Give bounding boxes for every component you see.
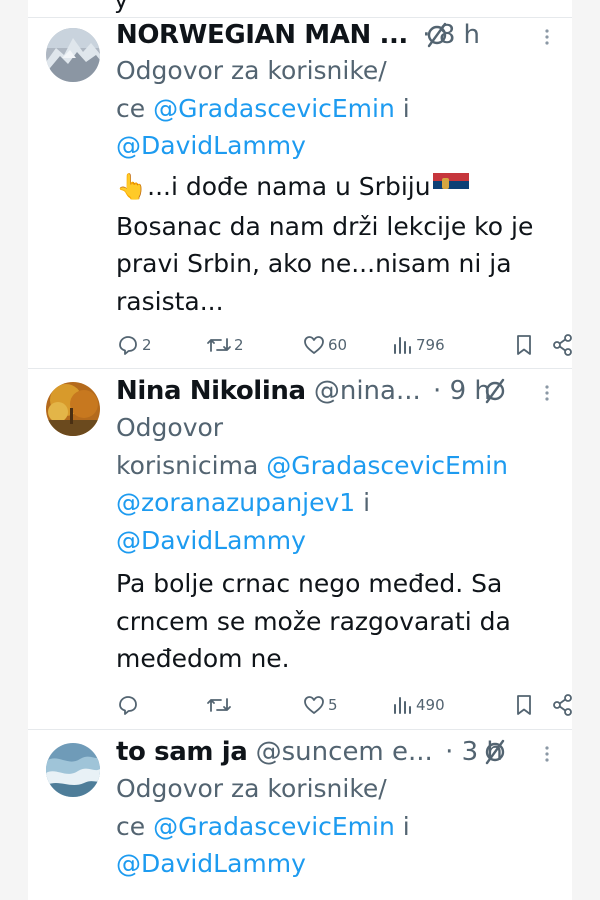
tweet-body: 👆...i dođe nama u Srbiju Bosanac da nam … xyxy=(116,170,534,316)
views-button[interactable]: 490 xyxy=(392,692,445,718)
tweet-body: Pa bolje crnac nego međed. Sa crncem se … xyxy=(116,569,511,673)
more-options-icon[interactable] xyxy=(544,384,550,402)
heart-icon xyxy=(304,336,324,354)
avatar[interactable] xyxy=(46,382,100,436)
grok-icon[interactable] xyxy=(484,738,506,766)
bookmark-button[interactable] xyxy=(514,692,534,718)
views-icon xyxy=(394,697,411,714)
more-options-icon[interactable] xyxy=(544,745,550,763)
reply-button[interactable]: 2 xyxy=(116,332,152,358)
grok-icon[interactable] xyxy=(426,21,448,49)
tweet-actions: 5 490 xyxy=(116,692,572,718)
mention-link[interactable]: @DavidLammy xyxy=(116,131,306,160)
like-button[interactable]: 5 xyxy=(302,692,338,718)
repost-icon xyxy=(207,698,231,712)
tweet-actions: 2 2 60 796 xyxy=(116,332,572,358)
tweet[interactable]: NORWEGIAN MAN ... · 8 h Odgovor za koris… xyxy=(28,18,572,369)
grok-icon[interactable] xyxy=(484,377,506,405)
reply-count: 2 xyxy=(142,336,152,354)
reply-icon xyxy=(119,336,137,355)
like-button[interactable]: 60 xyxy=(302,332,347,358)
bookmark-icon xyxy=(517,695,531,715)
share-button[interactable] xyxy=(552,692,572,718)
avatar[interactable] xyxy=(46,743,100,797)
handle[interactable]: @suncem e... xyxy=(256,737,433,767)
reply-icon xyxy=(119,696,137,715)
display-name[interactable]: to sam ja xyxy=(116,737,248,767)
views-icon xyxy=(394,337,411,354)
tweet-header: NORWEGIAN MAN ... · 8 h xyxy=(116,18,572,52)
like-count: 60 xyxy=(328,336,348,354)
reply-context: Odgovor za korisnike/ ce @GradascevicEmi… xyxy=(116,56,410,160)
display-name[interactable]: NORWEGIAN MAN ... xyxy=(116,20,408,50)
share-button[interactable] xyxy=(552,332,572,358)
mention-link[interactable]: @zoranazupanjev1 xyxy=(116,488,355,517)
mention-link[interactable]: @GradascevicEmin xyxy=(153,94,395,123)
heart-icon xyxy=(304,696,324,714)
reply-context: Odgovor korisnicima @GradascevicEmin @zo… xyxy=(116,413,508,555)
previous-tweet-text: y xyxy=(114,0,129,14)
repost-button[interactable] xyxy=(206,692,234,718)
mention-link[interactable]: @DavidLammy xyxy=(116,849,306,878)
repost-button[interactable]: 2 xyxy=(206,332,244,358)
timestamp[interactable]: · 9 h xyxy=(433,376,491,406)
repost-count: 2 xyxy=(234,336,244,354)
share-icon xyxy=(553,334,572,356)
avatar[interactable] xyxy=(46,28,100,82)
mention-link[interactable]: @DavidLammy xyxy=(116,526,306,555)
mention-link[interactable]: @GradascevicEmin xyxy=(266,451,508,480)
handle[interactable]: @nina... xyxy=(314,376,421,406)
more-options-icon[interactable] xyxy=(544,28,550,46)
bookmark-button[interactable] xyxy=(514,332,534,358)
view-count: 490 xyxy=(416,696,445,714)
view-count: 796 xyxy=(416,336,445,354)
tweet[interactable]: Nina Nikolina @nina... · 9 h Odgovor kor… xyxy=(28,368,572,730)
reply-context: Odgovor za korisnike/ ce @GradascevicEmi… xyxy=(116,774,410,878)
serbia-flag-icon xyxy=(432,170,469,208)
display-name[interactable]: Nina Nikolina xyxy=(116,376,306,406)
like-count: 5 xyxy=(328,696,338,714)
views-button[interactable]: 796 xyxy=(392,332,445,358)
reply-button[interactable] xyxy=(116,692,142,718)
mention-link[interactable]: @GradascevicEmin xyxy=(153,812,395,841)
bookmark-icon xyxy=(517,335,531,355)
timeline: y NORWEGIAN MAN ... · 8 h Odgovor za kor… xyxy=(28,0,572,900)
tweet[interactable]: to sam ja @suncem e... · 3 h Odgovor za … xyxy=(28,729,572,900)
share-icon xyxy=(553,694,572,716)
repost-icon xyxy=(207,338,231,352)
